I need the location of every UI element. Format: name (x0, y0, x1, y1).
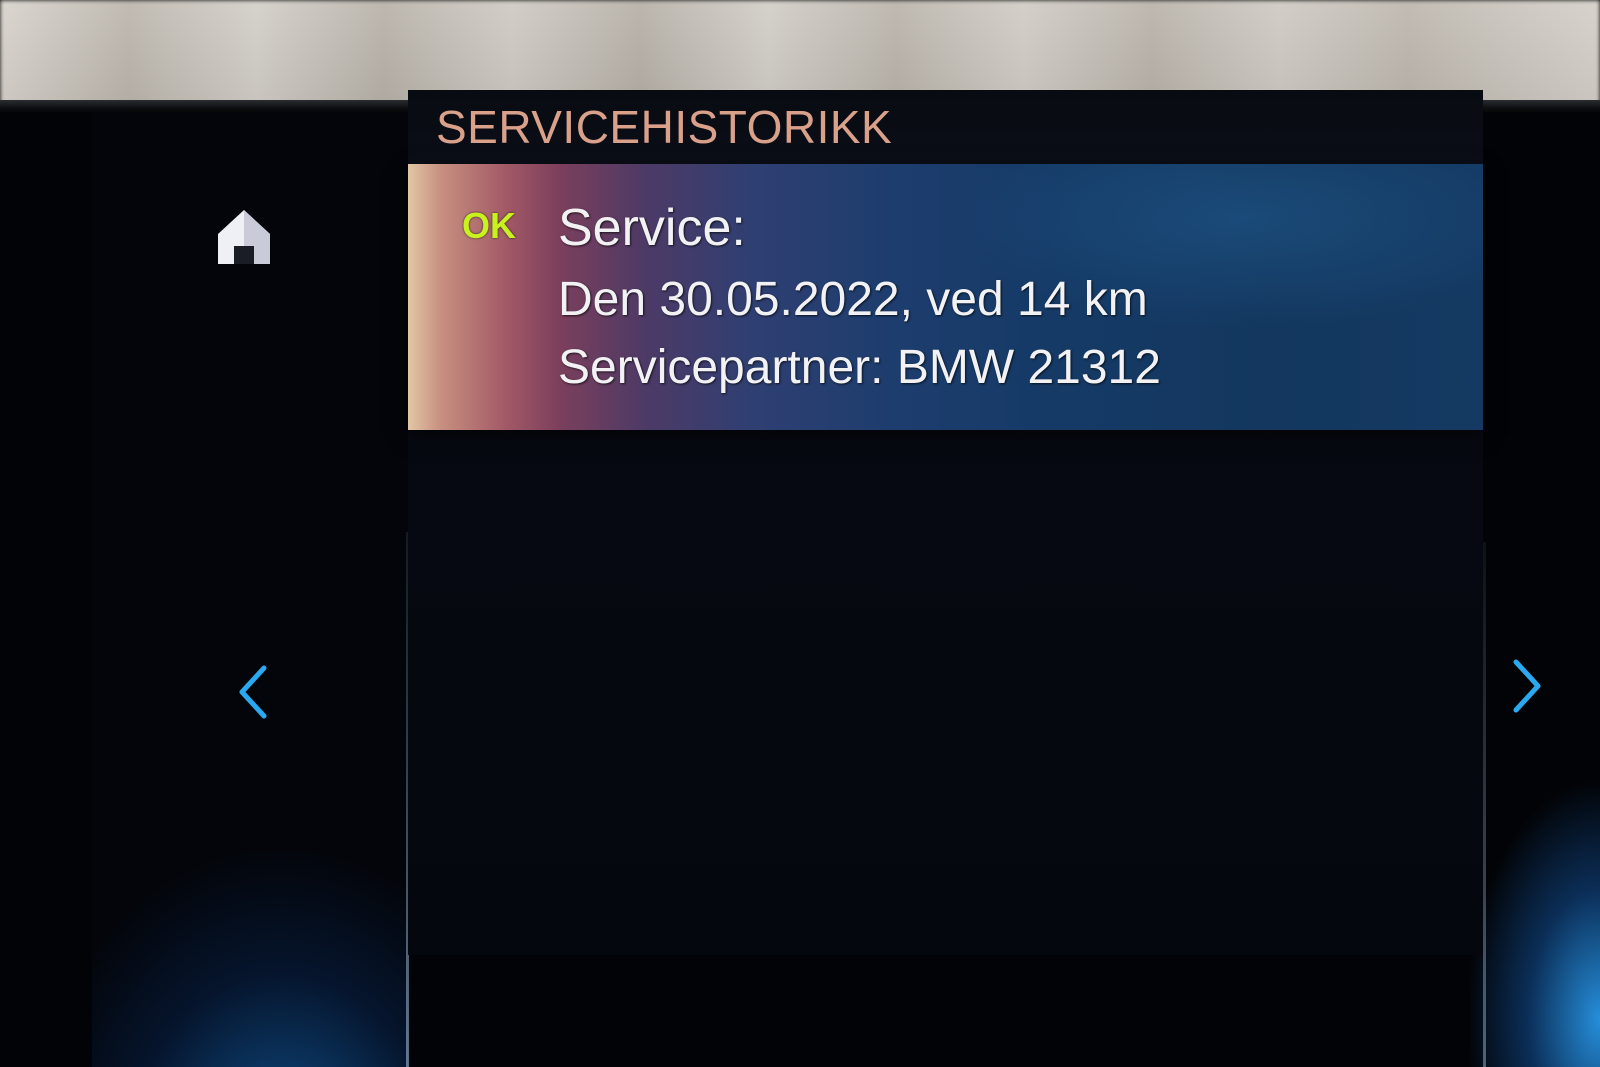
previous-page-button[interactable] (234, 662, 274, 722)
service-partner: Servicepartner: BMW 21312 (558, 341, 1161, 394)
service-date-mileage: Den 30.05.2022, ved 14 km (558, 273, 1148, 326)
right-side-panel (1470, 112, 1600, 1067)
status-badge: OK (462, 205, 516, 246)
next-page-button[interactable] (1508, 656, 1548, 716)
home-button[interactable] (214, 206, 274, 268)
chevron-right-icon (1513, 659, 1541, 713)
photo-frame: SERVICEHISTORIKK OK Service: Den 30.05.2… (0, 0, 1600, 1067)
right-divider (1483, 542, 1486, 1067)
page-title: SERVICEHISTORIKK (436, 101, 893, 153)
background-wall (0, 0, 1600, 104)
chevron-left-icon (239, 665, 267, 719)
home-icon (218, 210, 270, 264)
service-heading: Service: (558, 199, 746, 257)
